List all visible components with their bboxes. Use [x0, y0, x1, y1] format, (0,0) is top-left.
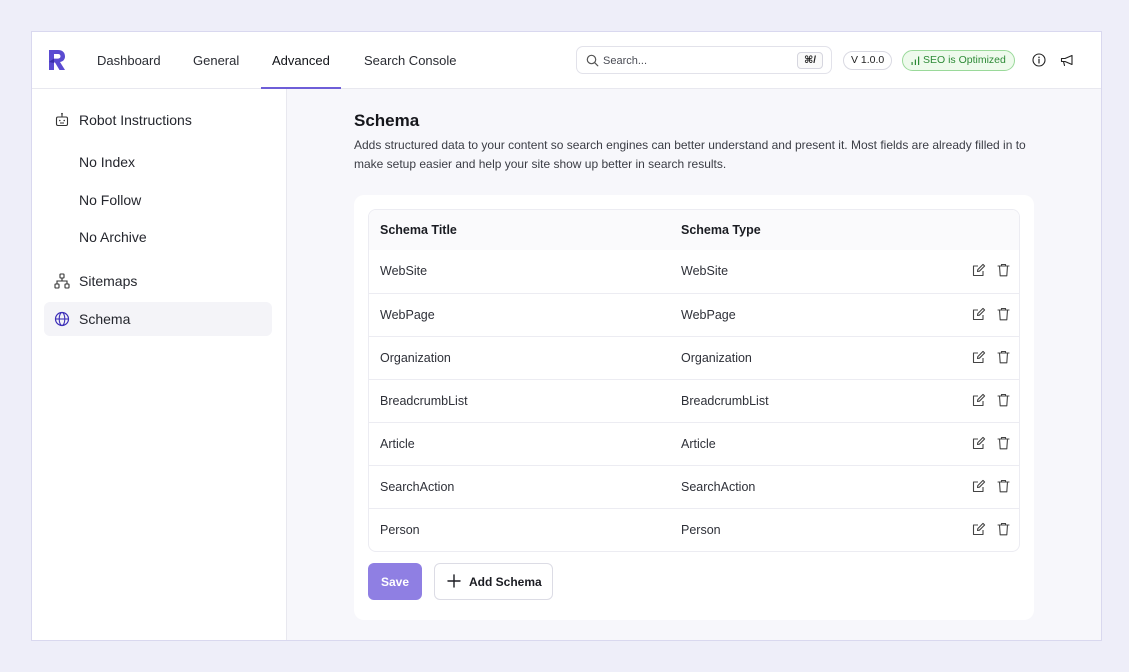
edit-icon[interactable]	[972, 307, 986, 324]
sidebar-item-no-follow[interactable]: No Follow	[44, 183, 272, 217]
schema-table: Schema Title Schema Type WebSite WebSite W…	[368, 209, 1020, 552]
trash-icon[interactable]	[997, 522, 1010, 539]
schema-type-cell: SearchAction	[681, 480, 756, 494]
sidebar-item-label: No Follow	[79, 192, 142, 208]
table-row: BreadcrumbList BreadcrumbList	[369, 379, 1019, 422]
table-row: Organization Organization	[369, 336, 1019, 379]
schema-title-cell: Article	[380, 437, 415, 451]
schema-title-cell: Organization	[380, 351, 451, 365]
tab-search-console[interactable]: Search Console	[364, 32, 457, 89]
add-schema-button[interactable]: Add Schema	[434, 563, 553, 600]
seo-status-badge: SEO is Optimized	[902, 50, 1015, 71]
sidebar-item-sitemaps[interactable]: Sitemaps	[44, 264, 272, 298]
trash-icon[interactable]	[997, 263, 1010, 280]
robot-icon	[55, 112, 69, 127]
app-window: Dashboard General Advanced Search Consol…	[31, 31, 1102, 641]
version-badge: V 1.0.0	[843, 51, 893, 70]
schema-type-cell: Article	[681, 437, 716, 451]
schema-type-cell: WebSite	[681, 264, 729, 278]
sidebar-item-schema[interactable]: Schema	[44, 302, 272, 336]
schema-title-cell: WebPage	[380, 308, 435, 322]
sidebar-item-no-index[interactable]: No Index	[44, 145, 272, 179]
edit-icon[interactable]	[972, 436, 986, 453]
sidebar-item-label: No Index	[79, 154, 136, 170]
search-shortcut-badge: ⌘/	[796, 52, 823, 69]
tab-general[interactable]: General	[193, 32, 239, 89]
edit-icon[interactable]	[972, 350, 986, 367]
schema-type-cell: BreadcrumbList	[681, 394, 769, 408]
search-box[interactable]: ⌘/	[576, 46, 832, 74]
schema-title-cell: WebSite	[380, 264, 428, 278]
tab-advanced[interactable]: Advanced	[261, 32, 341, 89]
search-input[interactable]	[603, 51, 783, 70]
page-title: Schema	[354, 111, 420, 130]
schema-type-cell: Person	[681, 523, 721, 537]
search-icon	[586, 54, 599, 67]
edit-icon[interactable]	[972, 479, 986, 496]
edit-icon[interactable]	[972, 393, 986, 410]
column-header-schema-type: Schema Type	[681, 223, 761, 237]
sidebar-item-no-archive[interactable]: No Archive	[44, 220, 272, 254]
tab-dashboard[interactable]: Dashboard	[97, 32, 161, 89]
signal-bars-icon	[911, 56, 920, 65]
table-row: SearchAction SearchAction	[369, 465, 1019, 508]
schema-type-cell: Organization	[681, 351, 752, 365]
megaphone-icon[interactable]	[1060, 54, 1074, 67]
trash-icon[interactable]	[997, 350, 1010, 367]
schema-title-cell: BreadcrumbList	[380, 394, 468, 408]
table-row: Article Article	[369, 422, 1019, 465]
save-button[interactable]: Save	[368, 563, 422, 600]
seo-status-text: SEO is Optimized	[923, 54, 1006, 66]
top-header: Dashboard General Advanced Search Consol…	[32, 32, 1101, 89]
schema-title-cell: Person	[380, 523, 420, 537]
trash-icon[interactable]	[997, 479, 1010, 496]
page-description: Adds structured data to your content so …	[354, 138, 1026, 171]
info-icon[interactable]	[1032, 53, 1046, 67]
sidebar: Robot Instructions No Index No Follow No…	[32, 89, 287, 640]
table-row: WebPage WebPage	[369, 293, 1019, 336]
table-row: Person Person	[369, 508, 1019, 551]
edit-icon[interactable]	[972, 263, 986, 280]
schema-title-cell: SearchAction	[380, 480, 455, 494]
logo-icon[interactable]	[48, 49, 66, 71]
sidebar-item-label: Robot Instructions	[79, 112, 192, 128]
sidebar-item-label: Sitemaps	[79, 273, 138, 289]
trash-icon[interactable]	[997, 436, 1010, 453]
table-header-row: Schema Title Schema Type	[369, 210, 1019, 250]
edit-icon[interactable]	[972, 522, 986, 539]
column-header-schema-title: Schema Title	[380, 223, 457, 237]
trash-icon[interactable]	[997, 393, 1010, 410]
plus-icon	[447, 574, 461, 588]
sidebar-item-robot-instructions[interactable]: Robot Instructions	[44, 103, 272, 137]
schema-card: Schema Title Schema Type WebSite WebSite W…	[354, 195, 1034, 620]
add-schema-label: Add Schema	[469, 575, 542, 589]
globe-icon	[54, 311, 70, 327]
table-row: WebSite WebSite	[369, 250, 1019, 293]
sidebar-item-label: No Archive	[79, 229, 147, 245]
sidebar-item-label: Schema	[79, 311, 131, 327]
sitemap-icon	[54, 273, 70, 289]
schema-type-cell: WebPage	[681, 308, 736, 322]
trash-icon[interactable]	[997, 307, 1010, 324]
